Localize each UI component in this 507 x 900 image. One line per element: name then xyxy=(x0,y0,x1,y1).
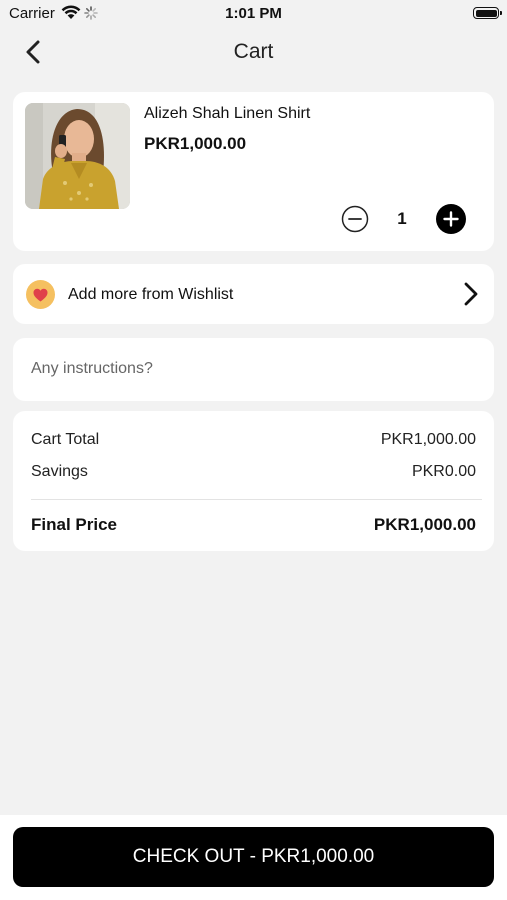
add-from-wishlist-row[interactable]: Add more from Wishlist xyxy=(13,264,494,324)
product-name: Alizeh Shah Linen Shirt xyxy=(144,105,311,122)
checkout-button[interactable]: CHECK OUT - PKR1,000.00 xyxy=(13,827,494,887)
cart-total-label: Cart Total xyxy=(31,431,100,448)
heart-icon xyxy=(26,280,55,309)
savings-label: Savings xyxy=(31,463,88,480)
instructions-card xyxy=(13,338,494,401)
product-photo xyxy=(25,103,130,209)
final-price-label: Final Price xyxy=(31,515,117,534)
decrease-quantity-button[interactable] xyxy=(341,205,369,233)
instructions-input[interactable] xyxy=(31,348,476,390)
final-price-value: PKR1,000.00 xyxy=(373,515,476,534)
cart-item-card: Alizeh Shah Linen Shirt PKR1,000.00 1 xyxy=(13,92,494,251)
order-summary-card: Cart Total PKR1,000.00 Savings PKR0.00 F… xyxy=(13,411,494,551)
checkout-bar: CHECK OUT - PKR1,000.00 xyxy=(0,815,507,900)
increase-quantity-button[interactable] xyxy=(436,204,466,234)
status-bar: Carrier 1:01 PM xyxy=(0,0,507,28)
product-price: PKR1,000.00 xyxy=(144,134,247,153)
divider xyxy=(31,499,482,500)
cart-total-value: PKR1,000.00 xyxy=(380,431,476,448)
battery-icon xyxy=(473,7,502,19)
chevron-right-icon xyxy=(464,282,478,306)
wishlist-label: Add more from Wishlist xyxy=(68,286,234,303)
page-title: Cart xyxy=(233,40,274,63)
product-image[interactable] xyxy=(25,103,130,209)
nav-bar: Cart xyxy=(0,30,507,74)
status-time: 1:01 PM xyxy=(225,5,282,22)
quantity-value: 1 xyxy=(397,209,407,228)
savings-value: PKR0.00 xyxy=(411,463,476,480)
